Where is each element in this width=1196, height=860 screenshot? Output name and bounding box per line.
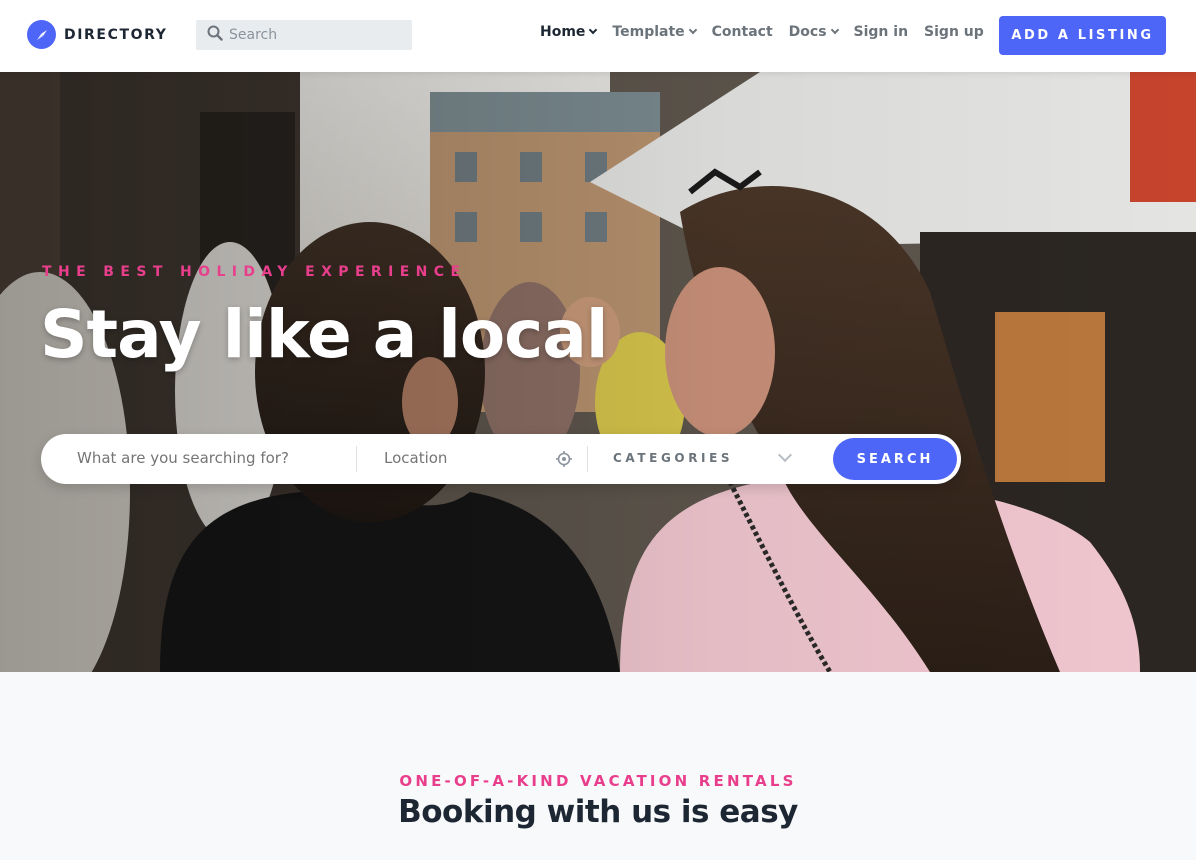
header-search (196, 20, 412, 50)
nav-contact-label: Contact (711, 24, 773, 40)
nav-sign-up-label: Sign up (924, 24, 984, 40)
search-icon (207, 25, 223, 45)
chevron-down-icon (688, 25, 697, 35)
locate-crosshair-icon[interactable] (556, 451, 572, 467)
intro-section: ONE-OF-A-KIND VACATION RENTALS Booking w… (0, 672, 1196, 860)
nav-docs-label: Docs (788, 24, 827, 40)
nav-contact[interactable]: Contact (712, 24, 773, 40)
search-button[interactable]: SEARCH (833, 438, 957, 480)
section-subtitle: ONE-OF-A-KIND VACATION RENTALS (399, 772, 797, 790)
nav-sign-up[interactable]: Sign up (924, 24, 984, 40)
nav-sign-in[interactable]: Sign in (854, 24, 909, 40)
divider (587, 446, 588, 472)
add-listing-button[interactable]: ADD A LISTING (999, 16, 1166, 55)
hero-search-form: CATEGORIES SEARCH (41, 434, 961, 484)
nav-template[interactable]: Template (612, 24, 697, 40)
hero: THE BEST HOLIDAY EXPERIENCE Stay like a … (0, 72, 1196, 672)
chevron-down-icon (589, 25, 598, 35)
nav-home[interactable]: Home (540, 24, 598, 40)
hero-title: Stay like a local (40, 296, 608, 373)
divider (356, 446, 357, 472)
nav-docs[interactable]: Docs (788, 24, 839, 40)
search-location-input[interactable] (384, 449, 544, 467)
brand-logo-link[interactable]: DIRECTORY (27, 20, 167, 49)
search-keyword-input[interactable] (77, 449, 347, 467)
nav-home-label: Home (540, 24, 586, 40)
hero-subtitle: THE BEST HOLIDAY EXPERIENCE (42, 264, 467, 280)
brand-name: DIRECTORY (64, 26, 168, 43)
chevron-down-icon (830, 25, 839, 35)
navbar: DIRECTORY Home Template Contact Docs Sig… (0, 0, 1196, 72)
nav-template-label: Template (612, 24, 685, 40)
nav-sign-in-label: Sign in (853, 24, 909, 40)
categories-select[interactable]: CATEGORIES (613, 451, 733, 465)
nav-links: Home Template Contact Docs Sign in Sign … (540, 24, 1000, 40)
header-search-input[interactable] (229, 27, 399, 43)
compass-icon (27, 20, 56, 49)
section-title: Booking with us is easy (398, 794, 798, 830)
chevron-down-icon (777, 447, 793, 463)
